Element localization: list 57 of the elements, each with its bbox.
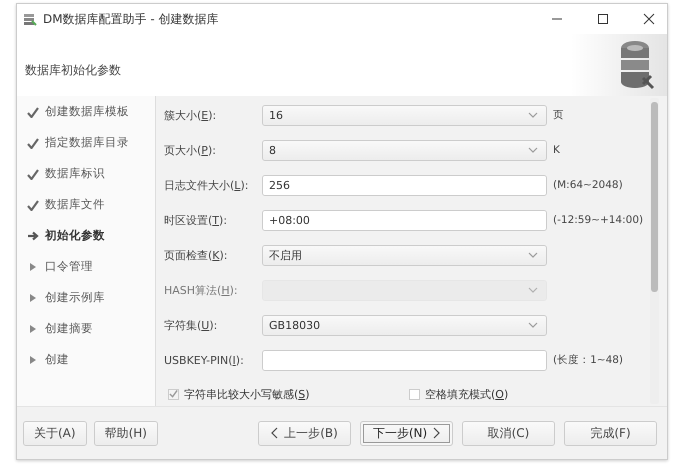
chevron-down-icon — [528, 147, 538, 153]
chevron-down-icon — [528, 112, 538, 118]
unit-label: (长度：1~48) — [553, 353, 624, 367]
checkbox-label: 字符串比较大小写敏感(S) — [184, 386, 310, 402]
check-icon — [27, 168, 39, 180]
wizard-button[interactable]: 关于(A) — [23, 420, 87, 446]
wizard-button[interactable]: 完成(F) — [564, 420, 657, 446]
window-title: DM数据库配置助手 - 创建数据库 — [43, 10, 219, 28]
step-label: 创建示例库 — [45, 290, 105, 305]
check-icon — [27, 106, 39, 118]
chevron-down-icon — [528, 322, 538, 328]
unit-label: (M:64~2048) — [553, 179, 623, 191]
check-icon — [27, 198, 39, 210]
unit-label: K — [553, 144, 560, 156]
dropdown[interactable]: 8 — [262, 140, 547, 160]
close-icon[interactable] — [643, 13, 655, 25]
wizard-button[interactable]: 帮助(H) — [94, 420, 158, 446]
wizard-button[interactable]: 下一步(N) — [360, 420, 453, 446]
checkbox[interactable] — [409, 388, 420, 400]
arrow-icon — [27, 230, 39, 242]
input-field[interactable]: 256 — [262, 174, 547, 196]
chevron-down-icon — [528, 252, 538, 258]
step-label: 口令管理 — [45, 259, 93, 274]
step-label: 数据库文件 — [45, 197, 105, 212]
field-label: 页大小(P): — [164, 142, 217, 158]
field-label: USBKEY-PIN(I): — [164, 354, 245, 366]
wizard-button[interactable]: 取消(C) — [462, 420, 555, 446]
checkbox-label: 空格填充模式(O) — [425, 386, 508, 402]
field-label: HASH算法(H): — [164, 282, 239, 298]
step-label: 数据库标识 — [45, 166, 105, 181]
input-field[interactable]: +08:00 — [262, 210, 547, 230]
field-label: 页面检查(K): — [164, 248, 229, 262]
unit-label: 页 — [553, 108, 564, 122]
dropdown[interactable]: 16 — [262, 104, 547, 126]
step-label: 创建摘要 — [45, 321, 93, 336]
chevron-down-icon — [528, 287, 538, 293]
page-heading: 数据库初始化参数 — [25, 62, 121, 78]
field-label: 日志文件大小(L): — [164, 178, 250, 192]
step-label: 创建 — [45, 352, 69, 367]
step-label: 初始化参数 — [45, 228, 105, 243]
dropdown[interactable]: GB18030 — [262, 314, 547, 336]
field-label: 时区设置(T): — [164, 212, 228, 228]
chevron-right-icon — [433, 427, 440, 439]
check-icon — [27, 136, 39, 148]
scrollbar[interactable] — [650, 98, 659, 404]
step-label: 指定数据库目录 — [45, 135, 129, 150]
check-icon — [169, 389, 178, 399]
field-label: 簇大小(E): — [164, 108, 218, 122]
chevron-left-icon — [271, 427, 278, 439]
step-label: 创建数据库模板 — [45, 104, 129, 119]
unit-label: (-12:59~+14:00) — [553, 214, 644, 226]
dropdown[interactable]: 不启用 — [262, 244, 547, 266]
field-label: 字符集(U): — [164, 318, 218, 332]
wizard-button[interactable]: 上一步(B) — [258, 420, 351, 446]
checkbox[interactable] — [168, 388, 179, 400]
maximize-icon[interactable] — [597, 13, 609, 25]
app-icon — [23, 12, 37, 26]
